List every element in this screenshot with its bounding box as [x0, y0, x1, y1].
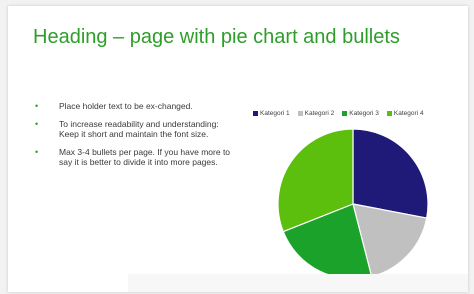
bullet-list: • Place holder text to be ex-changed. • …	[33, 101, 238, 175]
bullet-icon: •	[35, 101, 39, 111]
slide: Heading – page with pie chart and bullet…	[8, 6, 468, 292]
bullet-text: Place holder text to be ex-changed.	[59, 101, 193, 111]
legend-label: Kategori 2	[304, 110, 335, 117]
legend-swatch	[253, 111, 258, 116]
bullet-item: • To increase readability and understand…	[33, 119, 238, 139]
chart-legend: Kategori 1 Kategori 2 Kategori 3 Kategor…	[253, 110, 424, 117]
legend-swatch	[386, 111, 392, 116]
bullet-icon: •	[35, 119, 39, 129]
footer-strip	[128, 274, 468, 292]
legend-item-kategori-1: Kategori 1	[253, 110, 290, 117]
legend-item-kategori-4: Kategori 4	[386, 110, 424, 117]
legend-label: Kategori 3	[349, 110, 379, 117]
bullet-text: To increase readability and understandin…	[59, 119, 219, 139]
legend-swatch	[342, 111, 348, 116]
bullet-text: Max 3-4 bullets per page. If you have mo…	[59, 147, 231, 167]
slide-title: Heading – page with pie chart and bullet…	[33, 26, 400, 48]
pie-chart	[277, 128, 429, 280]
legend-item-kategori-3: Kategori 3	[342, 110, 379, 117]
legend-label: Kategori 1	[260, 110, 290, 117]
legend-label: Kategori 4	[393, 110, 424, 117]
bullet-item: • Place holder text to be ex-changed.	[33, 101, 238, 111]
bullet-item: • Max 3-4 bullets per page. If you have …	[33, 147, 238, 167]
pie-slice-kategori-1	[352, 128, 429, 219]
legend-swatch	[297, 111, 303, 116]
legend-item-kategori-2: Kategori 2	[297, 110, 335, 117]
bullet-icon: •	[35, 147, 39, 157]
